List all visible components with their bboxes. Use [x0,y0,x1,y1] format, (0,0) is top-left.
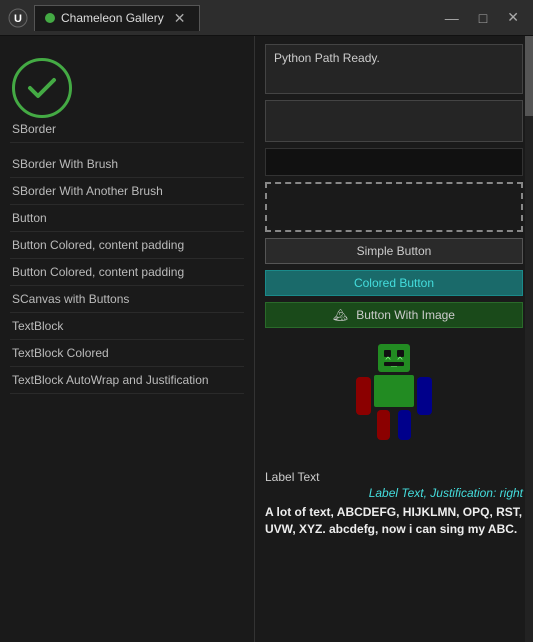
textblock-autowrap-item: TextBlock AutoWrap and Justification [10,367,244,394]
tab-dot [45,13,55,23]
canvas-area: ^_^ [265,334,523,460]
titlebar: U Chameleon Gallery ✕ — □ ✕ [0,0,533,36]
textblock-colored-label: TextBlock Colored [12,346,109,360]
sborder-brush-label: SBorder With Brush [12,157,118,171]
svg-text:U: U [14,13,22,25]
sborder-label: SBorder [12,122,56,136]
scrollbar-thumb[interactable] [525,36,533,116]
dashed-border-box [265,182,523,232]
tab-close-button[interactable]: ✕ [170,10,190,27]
robot-figure: ^_^ [344,342,444,452]
scanvas-buttons-item: SCanvas with Buttons [10,286,244,313]
output-text-box: Python Path Ready. [265,44,523,94]
image-button[interactable]: 🏔 Button With Image [265,302,523,328]
robot-right-leg [398,410,411,440]
button-colored-2-item: Button Colored, content padding [10,259,244,286]
robot-left-arm [356,377,371,415]
main-content: SBorder SBorder With Brush SBorder With … [0,36,533,642]
robot-body [374,375,414,407]
button-label: Button [12,211,47,225]
sborder-item: SBorder [10,52,244,143]
simple-button[interactable]: Simple Button [265,238,523,264]
textblock-colored-item: TextBlock Colored [10,340,244,367]
window-controls: — □ ✕ [439,7,525,28]
sborder-brush-item: SBorder With Brush [10,151,244,178]
button-colored-1-item: Button Colored, content padding [10,232,244,259]
dark-input-box[interactable] [265,148,523,176]
textblock-label: TextBlock [12,319,63,333]
scanvas-buttons-label: SCanvas with Buttons [12,292,129,306]
unreal-icon: U [8,8,28,28]
empty-box [265,100,523,142]
text-section: Label Text Label Text, Justification: ri… [265,470,523,538]
colored-button[interactable]: Colored Button [265,270,523,296]
button-colored-2-label: Button Colored, content padding [12,265,184,279]
tab-title: Chameleon Gallery [61,11,164,25]
image-button-label: Button With Image [356,308,455,322]
minimize-button[interactable]: — [439,7,465,28]
robot-left-leg [377,410,390,440]
button-item: Button [10,205,244,232]
robot-right-arm [417,377,432,415]
body-text: A lot of text, ABCDEFG, HIJKLMN, OPQ, RS… [265,504,523,538]
textblock-autowrap-label: TextBlock AutoWrap and Justification [12,373,209,387]
label-text-plain: Label Text [265,470,523,484]
sborder-another-brush-item: SBorder With Another Brush [10,178,244,205]
right-panel: Python Path Ready. Simple Button Colored… [255,36,533,642]
window-close-button[interactable]: ✕ [501,7,525,28]
gallery-tab[interactable]: Chameleon Gallery ✕ [34,5,200,31]
left-panel: SBorder SBorder With Brush SBorder With … [0,36,255,642]
checkmark-circle [12,58,72,118]
textblock-item: TextBlock [10,313,244,340]
image-button-icon: 🏔 [333,308,348,322]
sborder-another-brush-label: SBorder With Another Brush [12,184,163,198]
scrollbar-track[interactable] [525,36,533,642]
label-text-colored: Label Text, Justification: right [265,486,523,500]
button-colored-1-label: Button Colored, content padding [12,238,184,252]
output-text: Python Path Ready. [274,51,380,65]
check-icon [24,70,60,106]
label-text-italic: Label Text, Justification: right [369,486,523,500]
svg-text:^_^: ^_^ [385,356,403,367]
maximize-button[interactable]: □ [473,7,493,28]
